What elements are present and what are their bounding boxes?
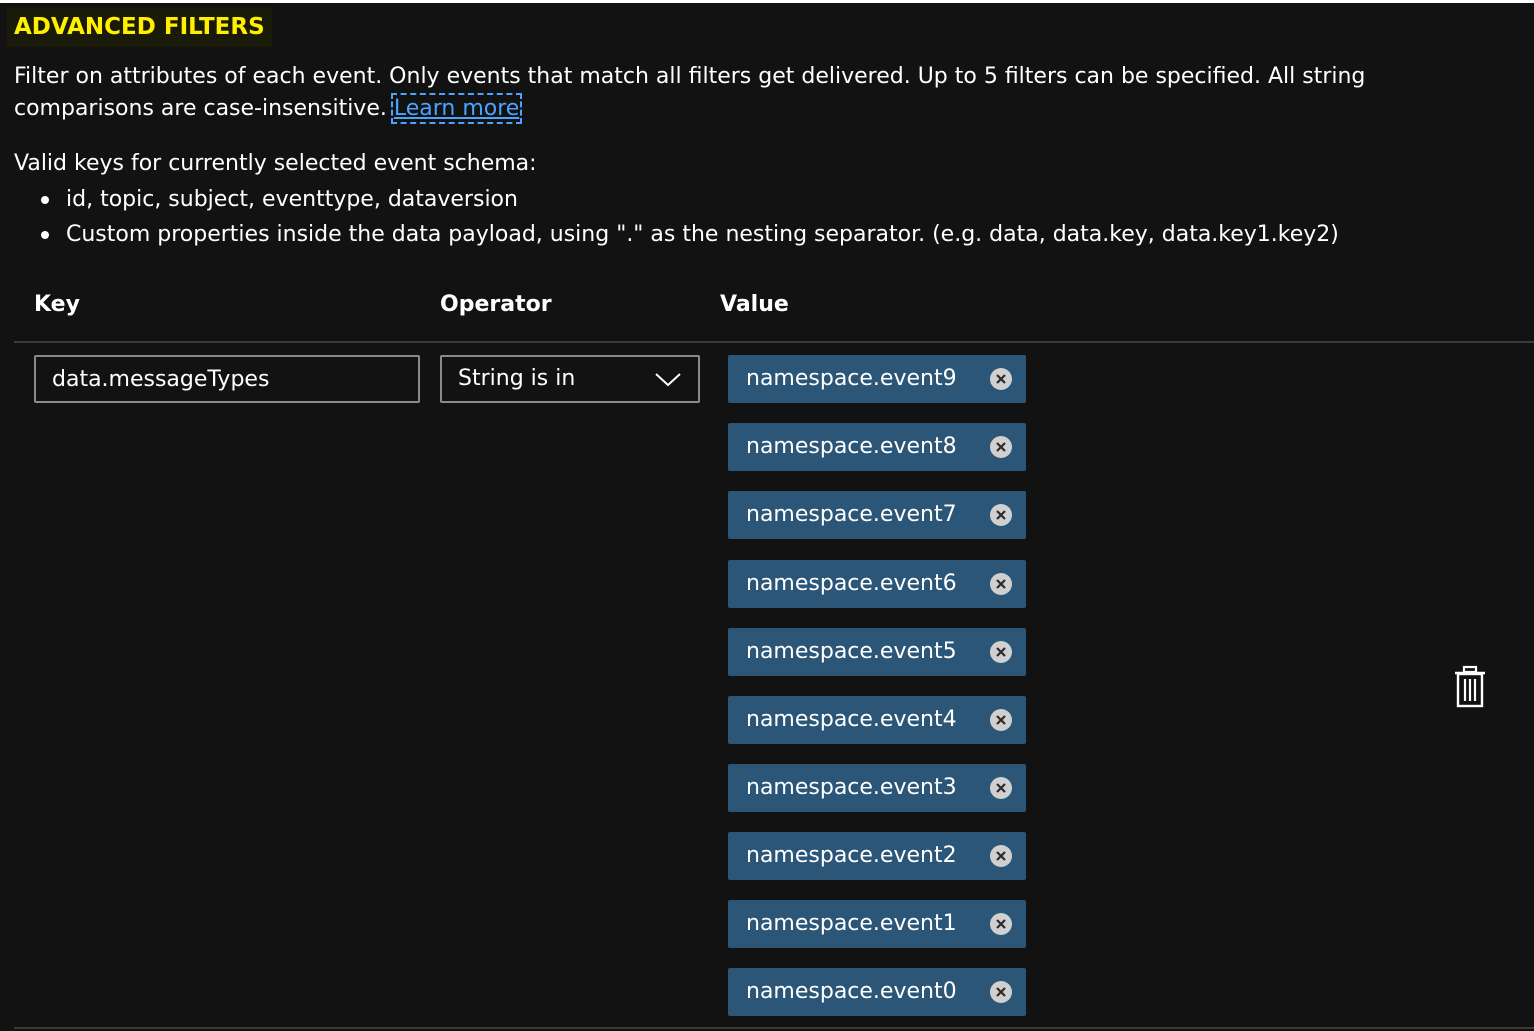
value-tag: namespace.event8 bbox=[728, 423, 1026, 471]
value-tag-label: namespace.event5 bbox=[746, 639, 957, 664]
close-circle-icon[interactable] bbox=[989, 912, 1013, 936]
value-tag-label: namespace.event1 bbox=[746, 911, 957, 936]
trash-icon[interactable] bbox=[1452, 665, 1488, 709]
value-tag-label: namespace.event2 bbox=[746, 843, 957, 868]
close-circle-icon[interactable] bbox=[989, 844, 1013, 868]
close-circle-icon[interactable] bbox=[989, 503, 1013, 527]
value-tag-label: namespace.event9 bbox=[746, 366, 957, 391]
close-circle-icon[interactable] bbox=[989, 980, 1013, 1004]
value-tag-label: namespace.event4 bbox=[746, 707, 957, 732]
close-circle-icon[interactable] bbox=[989, 367, 1013, 391]
advanced-filters-panel: ADVANCED FILTERS Filter on attributes of… bbox=[0, 0, 1534, 1031]
chevron-down-icon bbox=[655, 373, 681, 387]
value-tag-label: namespace.event7 bbox=[746, 502, 957, 527]
section-title: ADVANCED FILTERS bbox=[7, 7, 272, 47]
value-tag-label: namespace.event6 bbox=[746, 571, 957, 596]
close-circle-icon[interactable] bbox=[989, 640, 1013, 664]
column-header-operator: Operator bbox=[440, 292, 552, 317]
operator-dropdown[interactable]: String is in bbox=[440, 355, 700, 403]
value-tag: namespace.event6 bbox=[728, 560, 1026, 608]
value-tag: namespace.event2 bbox=[728, 832, 1026, 880]
valid-keys-item: id, topic, subject, eventtype, dataversi… bbox=[14, 182, 1339, 217]
value-tag-label: namespace.event0 bbox=[746, 979, 957, 1004]
value-tag: namespace.event5 bbox=[728, 628, 1026, 676]
learn-more-link[interactable]: Learn more bbox=[390, 93, 523, 124]
column-header-key: Key bbox=[34, 292, 80, 317]
value-tag: namespace.event1 bbox=[728, 900, 1026, 948]
header-divider bbox=[14, 341, 1534, 343]
valid-keys-item: Custom properties inside the data payloa… bbox=[14, 217, 1339, 252]
value-tag-label: namespace.event8 bbox=[746, 434, 957, 459]
footer-divider bbox=[14, 1027, 1534, 1029]
close-circle-icon[interactable] bbox=[989, 435, 1013, 459]
value-tag: namespace.event9 bbox=[728, 355, 1026, 403]
value-tag: namespace.event7 bbox=[728, 491, 1026, 539]
key-input[interactable] bbox=[34, 355, 420, 403]
value-tag: namespace.event0 bbox=[728, 968, 1026, 1016]
value-tag: namespace.event3 bbox=[728, 764, 1026, 812]
close-circle-icon[interactable] bbox=[989, 572, 1013, 596]
value-tag: namespace.event4 bbox=[728, 696, 1026, 744]
description-text: Filter on attributes of each event. Only… bbox=[14, 64, 1366, 121]
operator-selected-value: String is in bbox=[458, 366, 576, 391]
keys-intro: Valid keys for currently selected event … bbox=[14, 151, 537, 176]
column-header-value: Value bbox=[720, 292, 789, 317]
close-circle-icon[interactable] bbox=[989, 776, 1013, 800]
value-tag-label: namespace.event3 bbox=[746, 775, 957, 800]
section-description: Filter on attributes of each event. Only… bbox=[14, 61, 1504, 125]
valid-keys-list: id, topic, subject, eventtype, dataversi… bbox=[14, 182, 1339, 252]
close-circle-icon[interactable] bbox=[989, 708, 1013, 732]
